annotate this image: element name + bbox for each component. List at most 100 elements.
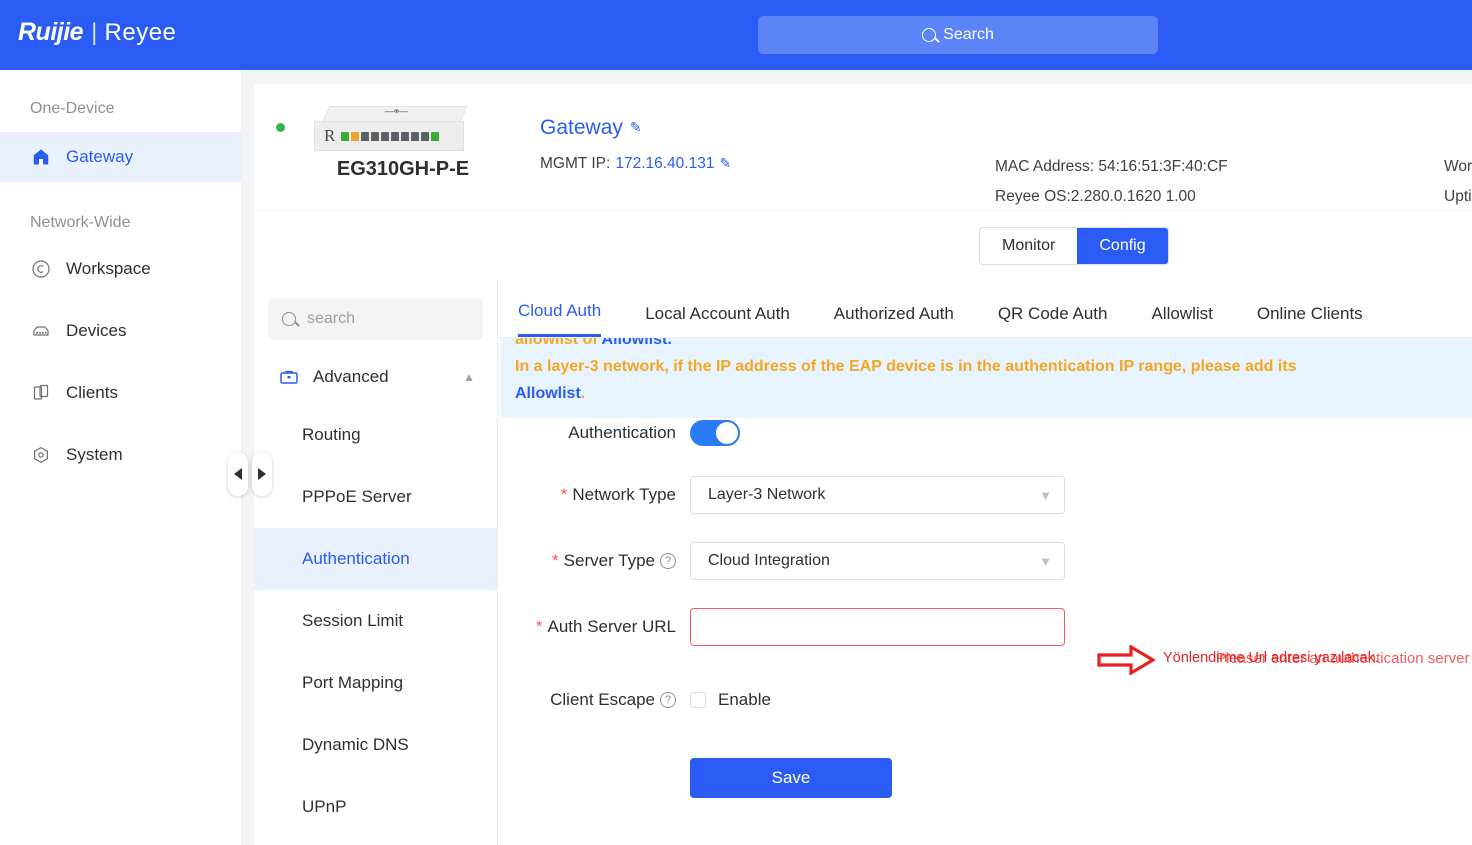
router-port — [411, 131, 420, 141]
brand-logo: Ruijie | Reyee — [18, 18, 176, 47]
toggle-knob — [716, 422, 738, 444]
subnav-group-advanced[interactable]: Advanced ▲ — [254, 350, 497, 404]
notice-line-3: Allowlist. — [515, 380, 1472, 407]
sidebar-item-devices[interactable]: Devices — [0, 306, 241, 356]
client-escape-label-text: Client Escape — [550, 690, 655, 709]
subnav-item-session-limit[interactable]: Session Limit — [254, 590, 497, 652]
question-icon[interactable]: ? — [660, 553, 676, 569]
device-name[interactable]: Gateway ✎ — [540, 116, 642, 140]
router-port — [351, 131, 360, 141]
notice-line3-link[interactable]: Allowlist — [515, 385, 581, 402]
device-thumbnail: —⚭— R EG310GH-P-E — [274, 96, 504, 181]
router-port — [381, 131, 390, 141]
auth-server-url-label-text: Auth Server URL — [547, 617, 677, 636]
subnav-item-port-mapping[interactable]: Port Mapping — [254, 652, 497, 714]
network-type-label: * Network Type — [498, 485, 690, 505]
notice-line-2: In a layer-3 network, if the IP address … — [515, 358, 1297, 375]
device-mac-address: MAC Address: 54:16:51:3F:40:CF — [995, 158, 1228, 175]
global-search-label: Search — [943, 26, 994, 43]
sidebar-item-label: Gateway — [66, 147, 134, 166]
form-row-client-escape: Client Escape ? Enable — [498, 690, 1472, 710]
sidebar-item-label: System — [66, 445, 123, 464]
mode-switch-row: Monitor Config — [254, 210, 1472, 280]
router-front-face: R — [314, 121, 464, 151]
tab-authorized-auth[interactable]: Authorized Auth — [834, 304, 954, 337]
required-marker: * — [560, 485, 568, 504]
notice-line3-tail: . — [580, 385, 586, 402]
subnav-search-placeholder: search — [307, 310, 356, 327]
sidebar-item-gateway[interactable]: Gateway — [0, 132, 241, 182]
subnav-item-dynamic-dns[interactable]: Dynamic DNS — [254, 714, 497, 776]
sidebar-item-workspace[interactable]: Workspace — [0, 244, 241, 294]
router-illustration: —⚭— R — [314, 106, 470, 154]
brand-reyee-text: Reyee — [104, 18, 177, 46]
sidebar-item-clients[interactable]: Clients — [0, 368, 241, 418]
server-type-select[interactable]: Cloud Integration ▼ — [690, 542, 1065, 580]
chevron-right-icon — [258, 468, 266, 480]
primary-sidebar: One-Device Gateway Network-Wide Workspac… — [0, 70, 242, 845]
subnav-item-label: Dynamic DNS — [302, 735, 409, 754]
required-marker: * — [552, 551, 559, 570]
subnav-item-label: Session Limit — [302, 611, 404, 630]
pencil-icon[interactable]: ✎ — [719, 155, 731, 172]
home-icon — [30, 146, 52, 168]
save-button[interactable]: Save — [690, 758, 892, 798]
chevron-up-icon: ▲ — [463, 370, 475, 384]
tab-monitor[interactable]: Monitor — [980, 228, 1078, 264]
app-header: Ruijie | Reyee Search — [0, 0, 1472, 70]
chevron-down-icon: ▼ — [1039, 487, 1052, 503]
authentication-toggle[interactable] — [690, 420, 740, 446]
sidebar-item-label: Workspace — [66, 259, 151, 278]
tab-config[interactable]: Config — [1077, 228, 1168, 264]
tab-allowlist[interactable]: Allowlist — [1151, 304, 1212, 337]
authentication-label: Authentication — [498, 423, 690, 443]
server-type-value: Cloud Integration — [708, 552, 830, 569]
subnav-item-label: PPPoE Server — [302, 487, 412, 506]
device-meta-column-right: Worki Uptim — [1444, 152, 1472, 212]
network-type-value: Layer-3 Network — [708, 486, 826, 503]
tab-local-account-auth[interactable]: Local Account Auth — [645, 304, 790, 337]
client-escape-checkbox-wrap[interactable]: Enable — [690, 690, 771, 710]
client-escape-checkbox[interactable] — [690, 692, 706, 708]
cloud-auth-form: Authentication * Network Type Layer-3 Ne… — [498, 420, 1472, 798]
pencil-icon[interactable]: ✎ — [630, 119, 642, 136]
notice-line1-link[interactable]: Allowlist. — [602, 338, 672, 348]
subnav-item-routing[interactable]: Routing — [254, 404, 497, 466]
chevron-left-icon — [234, 468, 242, 480]
collapse-left-button[interactable] — [228, 452, 248, 496]
router-port — [401, 131, 410, 141]
sidebar-item-label: Clients — [66, 383, 118, 402]
info-notice-banner: allowlist of Allowlist. In a layer-3 net… — [501, 338, 1472, 418]
router-port — [421, 131, 430, 141]
collapse-right-button[interactable] — [252, 452, 272, 496]
device-uptime: Uptim — [1444, 188, 1472, 205]
device-summary-card: —⚭— R EG310GH-P-E Gateway ✎ MGMT IP: 172… — [254, 84, 1472, 210]
client-escape-checkbox-label: Enable — [718, 690, 771, 709]
sidebar-item-system[interactable]: System — [0, 430, 241, 480]
tab-online-clients[interactable]: Online Clients — [1257, 304, 1363, 337]
question-icon[interactable]: ? — [660, 692, 676, 708]
mgmt-ip-value: 172.16.40.131 — [615, 155, 715, 172]
search-icon — [922, 28, 937, 42]
subnav-item-pppoe-server[interactable]: PPPoE Server — [254, 466, 497, 528]
subnav-search-input[interactable]: search — [268, 298, 483, 340]
global-search-input[interactable]: Search — [758, 16, 1158, 54]
device-mgmt-ip: MGMT IP: 172.16.40.131 ✎ — [540, 155, 731, 173]
device-name-text: Gateway — [540, 116, 623, 139]
auth-server-url-input[interactable] — [690, 608, 1065, 646]
form-row-network-type: * Network Type Layer-3 Network ▼ — [498, 476, 1472, 514]
brand-ruijie-text: Ruijie — [18, 18, 84, 46]
content-panel: Cloud Auth Local Account Auth Authorized… — [498, 280, 1472, 845]
sidebar-item-label: Devices — [66, 321, 127, 340]
subnav-item-authentication[interactable]: Authentication — [254, 528, 497, 590]
device-model-label: EG310GH-P-E — [336, 158, 470, 180]
server-type-label: * Server Type ? — [498, 551, 690, 571]
tab-qr-code-auth[interactable]: QR Code Auth — [998, 304, 1108, 337]
subnav-item-label: Authentication — [302, 549, 410, 568]
mode-switch: Monitor Config — [979, 227, 1169, 265]
secondary-sidebar: search Advanced ▲ Routing PPPoE Server A… — [254, 280, 498, 845]
brand-separator: | — [91, 18, 98, 46]
subnav-item-upnp[interactable]: UPnP — [254, 776, 497, 838]
tab-cloud-auth[interactable]: Cloud Auth — [518, 301, 602, 337]
network-type-select[interactable]: Layer-3 Network ▼ — [690, 476, 1065, 514]
